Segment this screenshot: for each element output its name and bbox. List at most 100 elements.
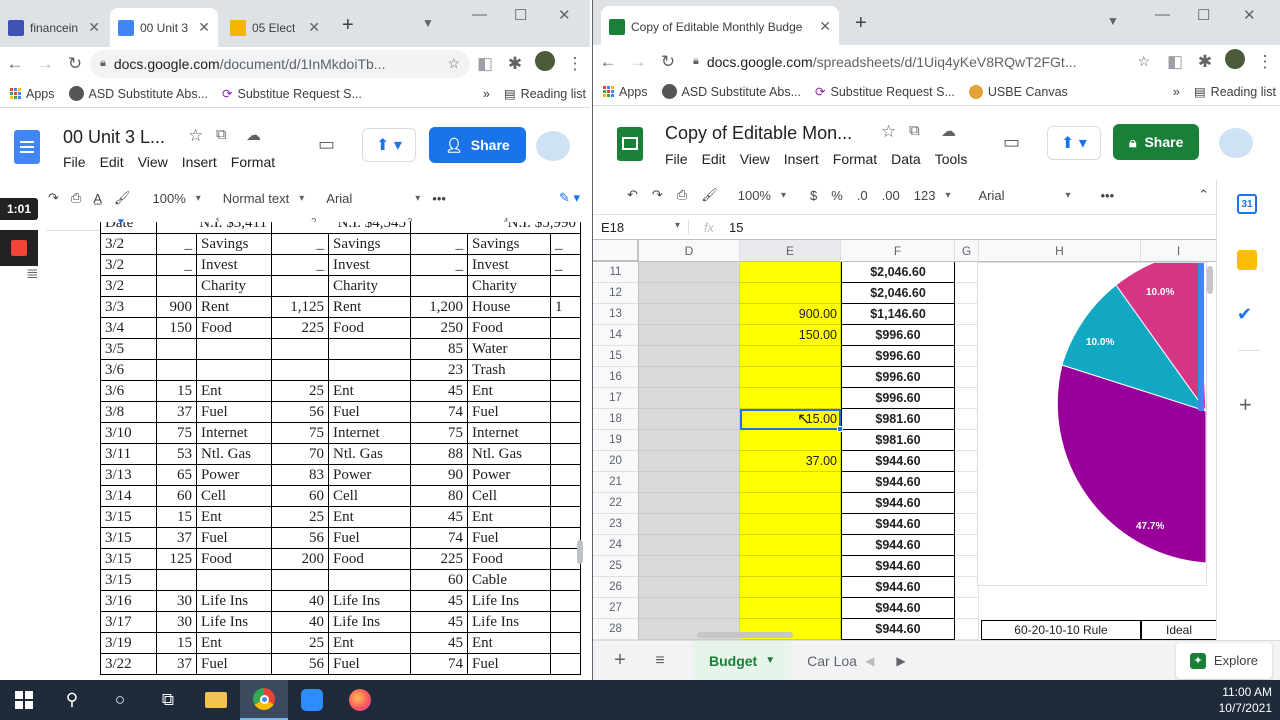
vertical-scrollbar[interactable] <box>1207 266 1213 294</box>
cell-e[interactable] <box>740 388 841 409</box>
bookmark-star-icon[interactable]: ☆ <box>1137 53 1150 70</box>
table-cell[interactable]: 125 <box>156 548 197 570</box>
table-cell[interactable]: 3/2 <box>100 233 157 255</box>
increase-decimal-button[interactable]: .00 <box>882 188 900 203</box>
maximize-icon[interactable]: ☐ <box>1197 6 1210 24</box>
name-box[interactable]: E18 ▾ <box>593 219 689 235</box>
table-cell[interactable]: Internet <box>467 422 551 444</box>
table-cell[interactable] <box>196 359 272 381</box>
formula-input[interactable]: 15 <box>729 220 1217 235</box>
more-bookmarks-chevron-icon[interactable]: » <box>1169 85 1184 99</box>
table-cell[interactable]: 85 <box>410 338 468 360</box>
table-cell[interactable]: Internet <box>328 422 411 444</box>
table-cell[interactable]: _ <box>271 254 329 276</box>
bookmark-substitue[interactable]: ⟳ Substitue Request S... <box>218 86 366 102</box>
print-icon[interactable]: ⎙ <box>677 187 687 203</box>
doc-scrollbar[interactable] <box>577 540 583 564</box>
table-header-cell[interactable]: N.I. $4,545 <box>271 222 411 234</box>
table-cell[interactable]: Trash <box>467 359 551 381</box>
table-cell[interactable]: 56 <box>271 653 329 675</box>
table-cell[interactable]: 3/5 <box>100 338 157 360</box>
table-cell[interactable]: 37 <box>156 527 197 549</box>
table-cell[interactable]: _ <box>550 233 581 255</box>
cell-g[interactable] <box>955 493 979 514</box>
table-cell[interactable] <box>550 632 581 654</box>
cell-f[interactable]: $996.60 <box>841 346 955 367</box>
table-cell[interactable]: 83 <box>271 464 329 486</box>
table-cell[interactable]: Ent <box>467 506 551 528</box>
row-header[interactable]: 18 <box>593 409 639 430</box>
cell-e[interactable] <box>740 577 841 598</box>
redo-icon[interactable]: ↷ <box>48 190 59 206</box>
font-select[interactable]: Arial <box>326 191 420 206</box>
table-cell[interactable]: 900 <box>156 296 197 318</box>
more-toolbar-icon[interactable]: ••• <box>432 191 446 206</box>
table-cell[interactable] <box>550 338 581 360</box>
table-cell[interactable]: 60 <box>410 569 468 591</box>
row-header[interactable]: 12 <box>593 283 639 304</box>
row-header[interactable]: 24 <box>593 535 639 556</box>
add-sheet-plus-icon[interactable]: + <box>593 649 647 672</box>
table-cell[interactable]: Fuel <box>196 527 272 549</box>
table-cell[interactable] <box>271 275 329 297</box>
minimize-icon[interactable]: — <box>472 6 487 23</box>
scroll-tabs-left-icon[interactable]: ◀ <box>865 654 874 668</box>
table-cell[interactable]: Ent <box>196 380 272 402</box>
table-cell[interactable] <box>550 464 581 486</box>
row-header[interactable]: 20 <box>593 451 639 472</box>
reload-icon[interactable]: ↻ <box>653 52 683 72</box>
table-cell[interactable]: 225 <box>410 548 468 570</box>
row-header[interactable]: 14 <box>593 325 639 346</box>
cell-f[interactable]: $944.60 <box>841 556 955 577</box>
table-cell[interactable]: Fuel <box>196 401 272 423</box>
browser-menu-icon[interactable]: ⋮ <box>560 54 590 74</box>
print-icon[interactable]: ⎙ <box>71 190 81 206</box>
cell-d[interactable] <box>639 346 740 367</box>
table-cell[interactable]: 45 <box>410 590 468 612</box>
cell-d[interactable] <box>639 262 740 283</box>
table-cell[interactable]: 75 <box>156 422 197 444</box>
percent-format-button[interactable]: % <box>831 188 843 203</box>
table-cell[interactable]: Food <box>328 317 411 339</box>
table-cell[interactable] <box>550 485 581 507</box>
font-select[interactable]: Arial <box>978 188 1070 203</box>
maximize-icon[interactable]: ☐ <box>514 6 527 24</box>
zoom-select[interactable]: 100% <box>738 188 786 203</box>
cell-g[interactable] <box>955 388 979 409</box>
menu-view[interactable]: View <box>740 151 770 167</box>
system-clock[interactable]: 11:00 AM 10/7/2021 <box>1219 684 1272 716</box>
close-icon[interactable]: ✕ <box>819 18 831 35</box>
window-close-icon[interactable]: ✕ <box>1243 6 1256 24</box>
horizontal-scrollbar[interactable] <box>697 632 793 638</box>
cell-d[interactable] <box>639 472 740 493</box>
back-arrow-icon[interactable]: ← <box>593 52 623 72</box>
menu-data[interactable]: Data <box>891 151 921 167</box>
menu-file[interactable]: File <box>665 151 688 167</box>
table-cell[interactable] <box>550 569 581 591</box>
table-cell[interactable]: 3/15 <box>100 548 157 570</box>
cell-d[interactable] <box>639 556 740 577</box>
table-cell[interactable] <box>550 590 581 612</box>
cell-g[interactable] <box>955 346 979 367</box>
table-cell[interactable]: Fuel <box>467 527 551 549</box>
table-cell[interactable]: 90 <box>410 464 468 486</box>
cell-g[interactable] <box>955 304 979 325</box>
cell-d[interactable] <box>639 535 740 556</box>
cell-d[interactable] <box>639 514 740 535</box>
table-cell[interactable]: Ent <box>328 632 411 654</box>
table-cell[interactable]: 53 <box>156 443 197 465</box>
row-header[interactable]: 16 <box>593 367 639 388</box>
row-header[interactable]: 11 <box>593 262 639 283</box>
table-cell[interactable]: Life Ins <box>196 611 272 633</box>
ideal-label-cell[interactable]: Ideal <box>1141 620 1217 640</box>
cell-f[interactable]: $944.60 <box>841 577 955 598</box>
table-cell[interactable]: 15 <box>156 380 197 402</box>
outline-icon[interactable]: ≣ <box>26 264 39 282</box>
cell-d[interactable] <box>639 388 740 409</box>
cell-f[interactable]: $2,046.60 <box>841 283 955 304</box>
sheet-tab-car-loan[interactable]: Car Loan <box>791 653 857 669</box>
table-cell[interactable]: Internet <box>196 422 272 444</box>
table-cell[interactable]: 45 <box>410 611 468 633</box>
table-cell[interactable]: 45 <box>410 380 468 402</box>
table-cell[interactable]: 30 <box>156 611 197 633</box>
